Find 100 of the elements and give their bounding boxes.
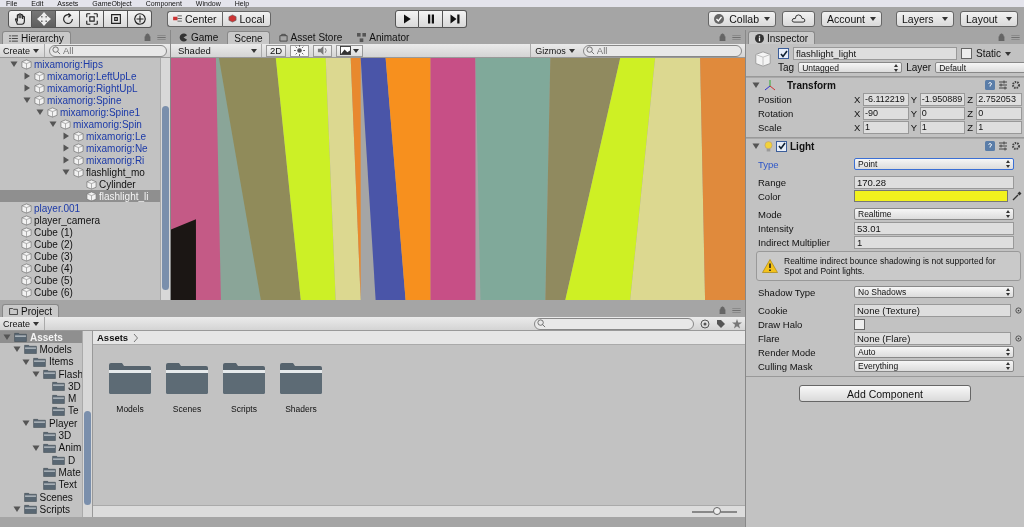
number-field[interactable]: 0 bbox=[976, 106, 1022, 120]
view-tab[interactable]: Game bbox=[173, 31, 225, 44]
folder-tree-item[interactable]: Anim bbox=[0, 441, 82, 454]
number-field[interactable]: 0 bbox=[919, 106, 966, 120]
color-swatch[interactable] bbox=[854, 190, 1008, 202]
hierarchy-item[interactable]: mixamorig:RightUpL bbox=[0, 82, 160, 94]
hierarchy-item[interactable]: player_camera bbox=[0, 214, 160, 226]
hierarchy-item[interactable]: mixamorig:Spine bbox=[0, 94, 160, 106]
disclosure-triangle[interactable] bbox=[49, 120, 57, 128]
thumbnail-size-slider[interactable] bbox=[692, 510, 737, 513]
checkbox[interactable] bbox=[854, 318, 865, 330]
tool-button[interactable] bbox=[32, 9, 56, 28]
2d-toggle[interactable]: 2D bbox=[266, 44, 287, 57]
cloud-button[interactable] bbox=[782, 10, 816, 27]
target-icon[interactable] bbox=[1015, 306, 1022, 314]
number-field[interactable]: 1 bbox=[854, 235, 1014, 249]
create-dropdown[interactable]: Create bbox=[3, 44, 45, 57]
search-field[interactable]: All bbox=[582, 44, 742, 57]
lock-icon[interactable] bbox=[719, 33, 726, 41]
search-field[interactable]: All bbox=[49, 44, 167, 57]
hierarchy-item[interactable]: mixamorig:Spine1 bbox=[0, 106, 160, 118]
number-field[interactable]: 1 bbox=[919, 120, 966, 134]
hierarchy-item[interactable]: mixamorig:Hips bbox=[0, 58, 160, 70]
hierarchy-item[interactable]: Cube (3) bbox=[0, 250, 160, 262]
dropdown[interactable]: Auto bbox=[854, 346, 1014, 358]
folder-tree-item[interactable]: Scenes bbox=[0, 490, 82, 504]
disclosure-triangle[interactable] bbox=[12, 505, 21, 514]
lock-icon[interactable] bbox=[719, 306, 726, 314]
disclosure-triangle[interactable] bbox=[3, 333, 11, 342]
disclosure-triangle[interactable] bbox=[12, 345, 21, 354]
view-tab[interactable]: Asset Store bbox=[272, 31, 349, 44]
hierarchy-item[interactable]: mixamorig:Spin bbox=[0, 118, 160, 130]
number-field[interactable]: -6.112219 bbox=[863, 92, 909, 106]
number-field[interactable]: 1 bbox=[976, 120, 1022, 134]
folder-tree-item[interactable]: 3D bbox=[0, 380, 82, 393]
scrollbar[interactable] bbox=[82, 331, 92, 517]
step-button[interactable] bbox=[443, 9, 468, 28]
folder-tree-item[interactable]: Models bbox=[0, 343, 82, 356]
number-field[interactable]: 170.28 bbox=[854, 175, 1014, 189]
folder-tree-item[interactable]: Player bbox=[0, 417, 82, 430]
hierarchy-item[interactable]: Cylinder bbox=[0, 178, 160, 190]
view-tab[interactable]: Animator bbox=[351, 31, 416, 44]
hierarchy-item[interactable]: Cube (4) bbox=[0, 262, 160, 274]
number-field[interactable]: -1.950889 bbox=[919, 92, 966, 106]
hierarchy-tab[interactable]: Hierarchy bbox=[2, 31, 71, 44]
pivot-toggle[interactable]: Center bbox=[167, 10, 222, 27]
static-checkbox[interactable] bbox=[961, 48, 972, 59]
hierarchy-item[interactable]: Cube (6) bbox=[0, 286, 160, 298]
shading-dropdown[interactable]: Shaded bbox=[174, 44, 262, 57]
disclosure-triangle[interactable] bbox=[62, 144, 70, 152]
tag-icon[interactable] bbox=[716, 318, 726, 329]
hierarchy-item[interactable]: Cube (5) bbox=[0, 274, 160, 286]
folder-tree-item[interactable]: Scripts bbox=[0, 503, 82, 516]
number-field[interactable]: 1 bbox=[863, 120, 909, 134]
disclosure-triangle[interactable] bbox=[752, 142, 760, 150]
dropdown[interactable]: Everything bbox=[854, 360, 1014, 372]
hierarchy-item[interactable]: mixamorig:LeftUpLe bbox=[0, 70, 160, 82]
help-book-icon[interactable] bbox=[985, 80, 995, 90]
disclosure-triangle[interactable] bbox=[23, 72, 31, 80]
view-tab[interactable]: Scene bbox=[227, 31, 270, 44]
sliders-icon[interactable] bbox=[998, 141, 1008, 151]
sliders-icon[interactable] bbox=[998, 80, 1008, 90]
layer-dropdown[interactable]: Default bbox=[935, 62, 1024, 73]
disclosure-triangle[interactable] bbox=[31, 443, 40, 452]
lock-icon[interactable] bbox=[998, 33, 1005, 41]
settings-icon[interactable] bbox=[1011, 80, 1021, 90]
object-field[interactable]: None (Flare) bbox=[854, 331, 1011, 345]
hierarchy-item[interactable]: mixamorig:Ri bbox=[0, 154, 160, 166]
disclosure-triangle[interactable] bbox=[23, 96, 31, 104]
number-field[interactable]: 2.752053 bbox=[976, 92, 1022, 106]
project-tab[interactable]: Project bbox=[2, 304, 60, 317]
lock-icon[interactable] bbox=[144, 33, 151, 41]
effects-dropdown[interactable] bbox=[336, 44, 364, 57]
hierarchy-item[interactable]: Cube (2) bbox=[0, 238, 160, 250]
add-component-button[interactable]: Add Component bbox=[799, 385, 971, 402]
breadcrumb[interactable]: Assets bbox=[97, 332, 129, 343]
tool-button[interactable] bbox=[80, 9, 104, 28]
inspector-tab[interactable]: Inspector bbox=[748, 31, 816, 44]
folder-tree-item[interactable]: 3D bbox=[0, 429, 82, 442]
account-dropdown[interactable]: Account bbox=[821, 10, 882, 27]
filter-icon[interactable] bbox=[700, 318, 710, 329]
folder-tree-item[interactable]: D bbox=[0, 453, 82, 467]
disclosure-triangle[interactable] bbox=[752, 81, 760, 89]
number-field[interactable]: -90 bbox=[863, 106, 909, 120]
layout-dropdown[interactable]: Layout bbox=[960, 10, 1018, 27]
hierarchy-item[interactable]: Cube (1) bbox=[0, 226, 160, 238]
tool-button[interactable] bbox=[56, 9, 80, 28]
gizmos-dropdown[interactable]: Gizmos bbox=[530, 44, 579, 57]
folder-tree-item[interactable]: Mate bbox=[0, 466, 82, 479]
tag-dropdown[interactable]: Untagged bbox=[798, 62, 903, 73]
star-icon[interactable] bbox=[732, 318, 742, 329]
tool-button[interactable] bbox=[128, 9, 152, 28]
folder-icon[interactable] bbox=[108, 361, 152, 395]
hierarchy-item[interactable]: mixamorig:Le bbox=[0, 130, 160, 142]
slider-thumb[interactable] bbox=[712, 506, 721, 515]
tool-button[interactable] bbox=[8, 9, 32, 28]
disclosure-triangle[interactable] bbox=[22, 419, 30, 428]
tool-button[interactable] bbox=[104, 9, 128, 28]
lighting-toggle[interactable] bbox=[290, 44, 310, 57]
disclosure-triangle[interactable] bbox=[62, 132, 70, 140]
